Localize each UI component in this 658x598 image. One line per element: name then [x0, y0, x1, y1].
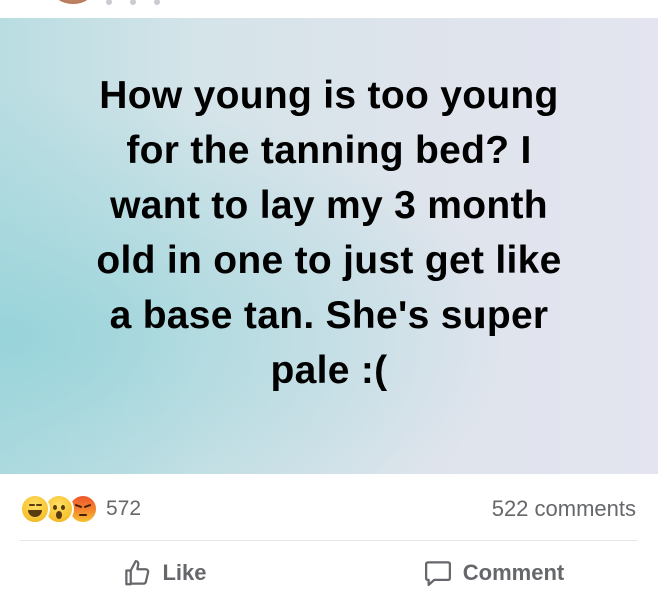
- comment-button[interactable]: Comment: [329, 547, 658, 598]
- reactions-summary[interactable]: 572: [20, 494, 141, 524]
- haha-icon: [20, 494, 50, 524]
- comment-bubble-icon: [424, 560, 451, 586]
- thumbs-up-icon: [125, 559, 150, 585]
- post-header-cropped: [0, 0, 658, 18]
- post-stats-bar: 572 522 comments: [0, 474, 658, 540]
- post-text-line: for the tanning bed? I: [126, 129, 532, 172]
- post-text: How young is too young for the tanning b…: [29, 68, 629, 398]
- divider: [20, 540, 638, 541]
- like-label: Like: [162, 559, 207, 585]
- like-button[interactable]: Like: [0, 547, 329, 598]
- post-background: How young is too young for the tanning b…: [0, 18, 658, 474]
- author-name-cropped: [106, 0, 196, 5]
- post-text-line: pale :(: [270, 349, 388, 392]
- comment-count-link[interactable]: 522 comments: [492, 494, 636, 524]
- author-avatar[interactable]: [52, 0, 94, 4]
- post-actions: Like Comment: [0, 547, 658, 598]
- post-text-line: want to lay my 3 month: [110, 184, 548, 227]
- post-text-line: old in one to just get like: [96, 239, 562, 282]
- reaction-count: 572: [106, 497, 142, 520]
- post-text-line: a base tan. She's super: [109, 294, 549, 337]
- post-text-line: How young is too young: [99, 74, 559, 117]
- comment-label: Comment: [462, 559, 565, 585]
- facebook-post: How young is too young for the tanning b…: [0, 0, 658, 598]
